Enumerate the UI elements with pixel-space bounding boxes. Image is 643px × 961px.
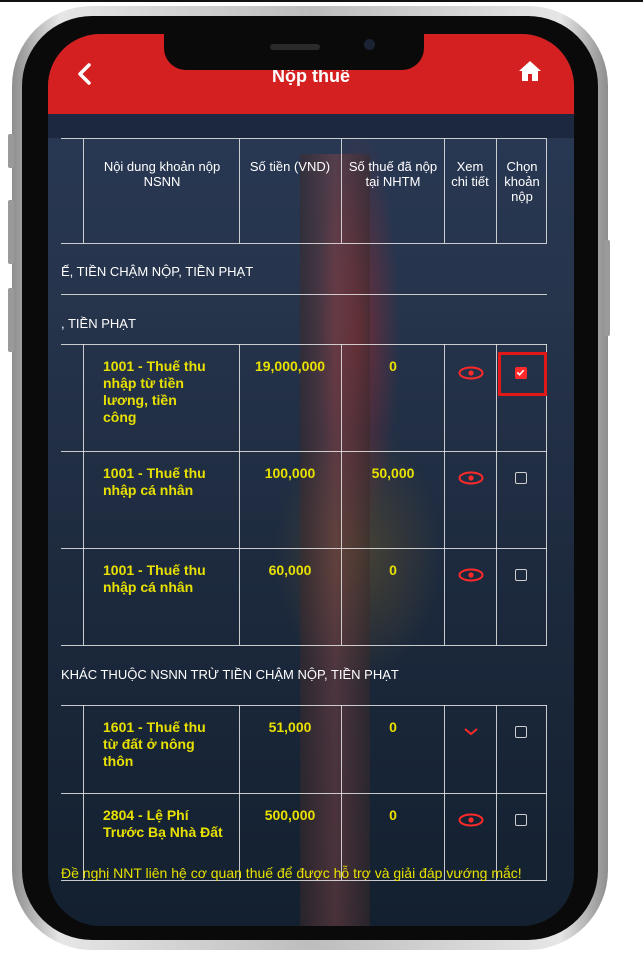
select-checkbox[interactable] bbox=[515, 569, 527, 581]
row-amount: 19,000,000 bbox=[254, 358, 326, 374]
eye-icon[interactable] bbox=[458, 813, 484, 827]
row-paid: 0 bbox=[389, 807, 397, 823]
select-checkbox[interactable] bbox=[515, 814, 527, 826]
phone-notch bbox=[164, 34, 424, 70]
eye-icon[interactable] bbox=[458, 568, 484, 582]
table-row: 1001 - Thuế thu nhập cá nhân 60,000 0 bbox=[61, 548, 547, 646]
header-shadow bbox=[48, 114, 574, 138]
row-paid: 0 bbox=[389, 358, 397, 374]
table-row: 1001 - Thuế thu nhập từ tiền lương, tiền… bbox=[61, 344, 547, 452]
table-header-row: Nội dung khoản nộp NSNN Số tiền (VND) Số… bbox=[61, 138, 547, 244]
row-paid: 50,000 bbox=[371, 465, 415, 481]
row-content: 1601 - Thuế thu từ đất ở nông thôn bbox=[103, 719, 206, 769]
top-rule bbox=[0, 0, 643, 2]
select-checkbox[interactable] bbox=[515, 726, 527, 738]
power-button bbox=[604, 240, 610, 336]
header-amount: Số tiền (VND) bbox=[249, 159, 331, 174]
header-paid: Số thuế đã nộp tại NHTM bbox=[348, 159, 438, 189]
section-row: Ế, TIỀN CHẬM NỘP, TIỀN PHẠT bbox=[61, 242, 547, 295]
eye-icon[interactable] bbox=[458, 725, 484, 739]
select-checkbox[interactable] bbox=[515, 472, 527, 484]
select-checkbox[interactable] bbox=[515, 367, 527, 379]
header-content: Nội dung khoản nộp NSNN bbox=[103, 159, 221, 189]
checkmark-icon bbox=[516, 369, 525, 376]
section-row: , TIỀN PHẠT bbox=[61, 294, 547, 345]
header-select: Chọn khoản nộp bbox=[504, 159, 540, 204]
eye-icon[interactable] bbox=[458, 366, 484, 380]
front-camera bbox=[364, 39, 375, 50]
row-amount: 51,000 bbox=[268, 719, 312, 735]
phone-screen: Nộp thuế Nội dung khoản nộp NSNN Số tiền… bbox=[48, 34, 574, 926]
row-content: 1001 - Thuế thu nhập cá nhân bbox=[103, 562, 206, 595]
volume-down-button bbox=[8, 200, 14, 264]
volume-up-button bbox=[8, 134, 14, 168]
row-content: 2804 - Lệ Phí Trước Bạ Nhà Đất bbox=[103, 807, 223, 840]
row-paid: 0 bbox=[389, 562, 397, 578]
row-content: 1001 - Thuế thu nhập cá nhân bbox=[103, 465, 206, 498]
home-icon bbox=[519, 61, 541, 81]
row-amount: 500,000 bbox=[264, 807, 316, 823]
section-row: KHÁC THUỘC NSNN TRỪ TIỀN CHẬM NỘP, TIỀN … bbox=[61, 645, 547, 706]
table-row: 1601 - Thuế thu từ đất ở nông thôn 51,00… bbox=[61, 705, 547, 794]
eye-icon[interactable] bbox=[458, 471, 484, 485]
section-label: Ế, TIỀN CHẬM NỘP, TIỀN PHẠT bbox=[61, 264, 254, 279]
row-amount: 60,000 bbox=[268, 562, 312, 578]
row-content: 1001 - Thuế thu nhập từ tiền lương, tiền… bbox=[103, 358, 206, 425]
table-row: 1001 - Thuế thu nhập cá nhân 100,000 50,… bbox=[61, 451, 547, 549]
header-view: Xem chi tiết bbox=[451, 159, 489, 189]
row-amount: 100,000 bbox=[264, 465, 316, 481]
volume-down-button-2 bbox=[8, 288, 14, 352]
section-label: KHÁC THUỘC NSNN TRỪ TIỀN CHẬM NỘP, TIỀN … bbox=[61, 667, 399, 682]
home-button[interactable] bbox=[518, 60, 542, 87]
speaker-grille bbox=[270, 44, 320, 50]
support-note: Đề nghị NNT liên hệ cơ quan thuế để được… bbox=[61, 865, 522, 881]
row-paid: 0 bbox=[389, 719, 397, 735]
section-label: , TIỀN PHẠT bbox=[61, 316, 136, 331]
